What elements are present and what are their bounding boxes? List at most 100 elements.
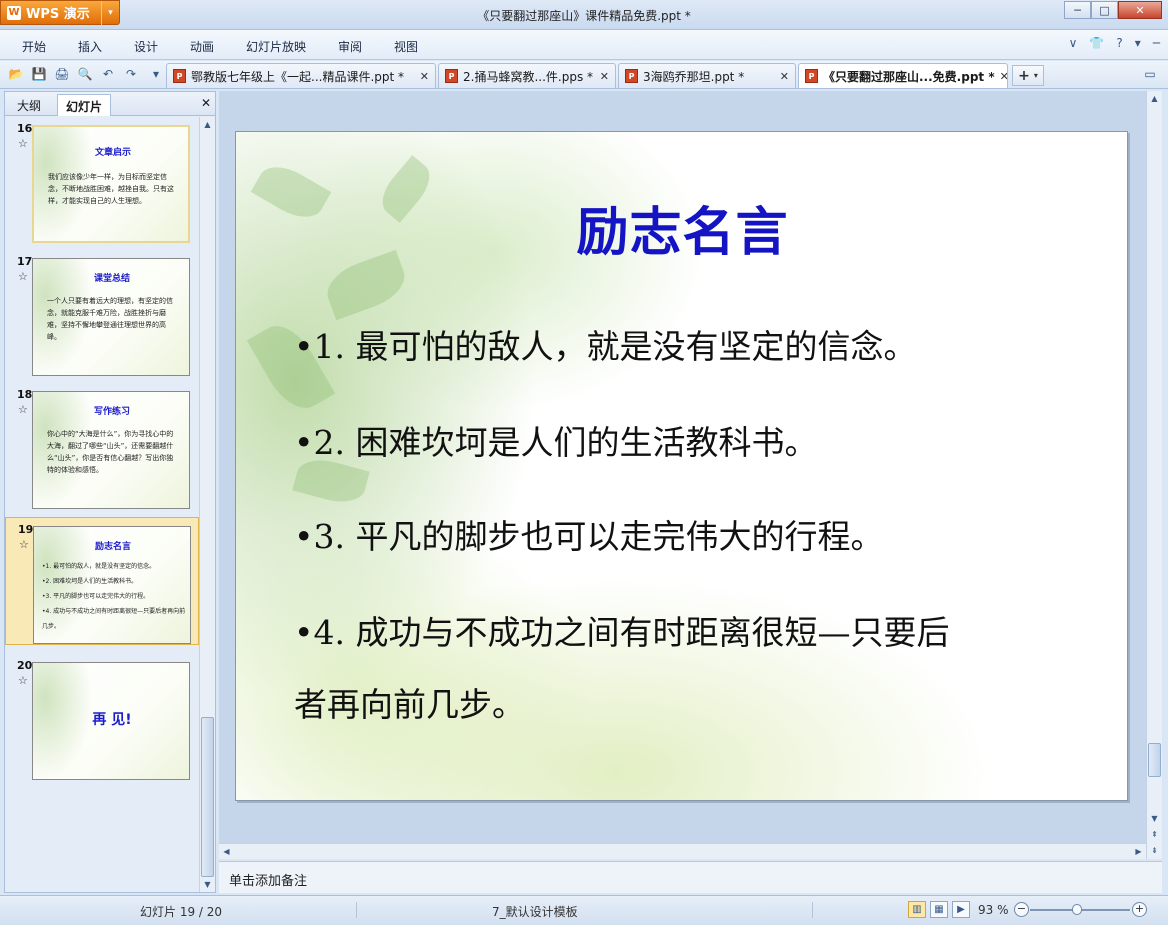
scroll-up-icon[interactable]: ▲: [1147, 91, 1162, 106]
slide-counter: 幻灯片 19 / 20: [140, 905, 223, 919]
design-template-name[interactable]: 7_默认设计模板: [492, 903, 578, 920]
slide-title[interactable]: 励志名言: [236, 190, 1127, 265]
menu-review[interactable]: 审阅: [338, 38, 362, 55]
zoom-percent[interactable]: 93 %: [978, 903, 1009, 917]
print-preview-icon[interactable]: 🔍: [77, 66, 93, 82]
scroll-down-icon[interactable]: ▼: [200, 877, 215, 892]
next-slide-icon[interactable]: ⇟: [1147, 843, 1162, 858]
slides-panel: 大纲 幻灯片 ✕ 16 ☆ 文章启示 我们应该像少年一样，为目标而坚定信念，不断…: [4, 91, 216, 893]
slide-bullet-4-continued[interactable]: 者再向前几步。: [294, 678, 1094, 726]
thumb-title: 课堂总结: [93, 274, 130, 284]
minimize-button[interactable]: ─: [1064, 1, 1091, 19]
chevron-down-icon[interactable]: ∨: [1069, 36, 1078, 50]
animation-star-icon: ☆: [18, 674, 28, 687]
slide-preview: 励志名言 •1. 最可怕的敌人，就是没有坚定的信念。 •2. 困难坎坷是人们的生…: [33, 526, 191, 644]
menu-home[interactable]: 开始: [22, 38, 46, 55]
menu-view[interactable]: 视图: [394, 38, 418, 55]
title-bar: W WPS 演示 ▾ 《只要翻过那座山》课件精品免费.ppt * ─ □ ✕: [0, 0, 1168, 30]
panel-tabs: 大纲 幻灯片 ✕: [5, 92, 215, 116]
current-slide[interactable]: 励志名言 •1. 最可怕的敌人，就是没有坚定的信念。 •2. 困难坎坷是人们的生…: [235, 131, 1128, 801]
slide-bullet-4[interactable]: •4. 成功与不成功之间有时距离很短—只要后: [294, 606, 1094, 654]
normal-view-icon[interactable]: ▥: [908, 901, 926, 918]
scroll-up-icon[interactable]: ▲: [200, 117, 215, 132]
slide-preview: 文章启示 我们应该像少年一样，为目标而坚定信念，不断地战胜困难，越挫自我。只有这…: [32, 125, 190, 243]
doc-tab-2[interactable]: P 2.捅马蜂窝教...件.pps * ✕: [438, 63, 616, 88]
tab-slides[interactable]: 幻灯片: [57, 94, 112, 116]
zoom-in-button[interactable]: +: [1132, 902, 1147, 917]
window-title: 《只要翻过那座山》课件精品免费.ppt *: [477, 9, 691, 23]
slide-number: 18: [17, 388, 33, 401]
slide-bullet-3[interactable]: •3. 平凡的脚步也可以走完伟大的行程。: [294, 510, 1094, 558]
scroll-down-icon[interactable]: ▼: [1147, 811, 1162, 826]
scroll-right-icon[interactable]: ▶: [1131, 844, 1146, 859]
save-icon[interactable]: 💾: [31, 66, 47, 82]
slide-number: 16: [17, 122, 33, 135]
slide-preview: 写作练习 你心中的“大海是什么”，你为寻找心中的大海，翻过了哪些“山头”，还需要…: [32, 391, 190, 509]
slide-number: 19: [18, 523, 34, 536]
animation-star-icon: ☆: [18, 137, 28, 150]
help-icon[interactable]: ?: [1116, 36, 1122, 50]
slide-bullet-2[interactable]: •2. 困难坎坷是人们的生活教科书。: [294, 416, 1094, 464]
thumb-title: 写作练习: [93, 407, 130, 417]
slide-editor: 励志名言 •1. 最可怕的敌人，就是没有坚定的信念。 •2. 困难坎坷是人们的生…: [219, 91, 1146, 859]
close-button[interactable]: ✕: [1118, 1, 1162, 19]
undo-icon[interactable]: ↶: [100, 66, 116, 82]
close-icon[interactable]: ✕: [201, 96, 211, 110]
slide-thumbnail-17[interactable]: 17 ☆ 课堂总结 一个人只要有着远大的理想，有坚定的信念，就能克服千难万险，战…: [5, 250, 199, 376]
ppt-file-icon: P: [625, 69, 638, 83]
slide-thumbnail-16[interactable]: 16 ☆ 文章启示 我们应该像少年一样，为目标而坚定信念，不断地战胜困难，越挫自…: [5, 117, 199, 243]
menu-animation[interactable]: 动画: [190, 38, 214, 55]
slide-preview: 再 见!: [32, 662, 190, 780]
thumbnail-list: 16 ☆ 文章启示 我们应该像少年一样，为目标而坚定信念，不断地战胜困难，越挫自…: [5, 117, 199, 892]
thumb-line: •4. 成功与不成功之间有时距离很短—只要后者再向前几步。: [42, 608, 186, 630]
customize-toolbar-icon[interactable]: ▾: [148, 66, 164, 82]
slide-vertical-scrollbar[interactable]: ▲ ▼ ⇞ ⇟: [1146, 91, 1162, 859]
scrollbar-thumb[interactable]: [1148, 743, 1161, 777]
new-tab-button[interactable]: + ▾: [1012, 65, 1044, 86]
thumb-title: 励志名言: [94, 542, 131, 552]
close-icon[interactable]: ✕: [1000, 70, 1007, 83]
thumb-body: 你心中的“大海是什么”，你为寻找心中的大海，翻过了哪些“山头”，还需要翻越什么“…: [47, 430, 174, 474]
menu-insert[interactable]: 插入: [78, 38, 102, 55]
tab-list-icon[interactable]: ▭: [1142, 66, 1158, 82]
slide-thumbnail-19[interactable]: 19 ☆ 励志名言 •1. 最可怕的敌人，就是没有坚定的信念。 •2. 困难坎坷…: [5, 517, 199, 645]
slide-thumbnail-20[interactable]: 20 ☆ 再 见!: [5, 654, 199, 780]
doc-tab-3[interactable]: P 3海鸥乔那坦.ppt * ✕: [618, 63, 796, 88]
zoom-out-button[interactable]: −: [1014, 902, 1029, 917]
open-folder-icon[interactable]: 📂: [8, 66, 24, 82]
redo-icon[interactable]: ↷: [123, 66, 139, 82]
shirt-icon[interactable]: 👕: [1089, 36, 1104, 50]
animation-star-icon: ☆: [18, 403, 28, 416]
slide-sorter-icon[interactable]: ▦: [930, 901, 948, 918]
previous-slide-icon[interactable]: ⇞: [1147, 827, 1162, 842]
menu-bar: 开始 插入 设计 动画 幻灯片放映 审阅 视图 ∨ 👕 ? ▾ ─: [0, 30, 1168, 60]
thumb-body: •1. 最可怕的敌人，就是没有坚定的信念。 •2. 困难坎坷是人们的生活教科书。…: [42, 559, 188, 634]
doc-tab-4-active[interactable]: P 《只要翻过那座山...免费.ppt * ✕: [798, 63, 1008, 88]
help-dropdown-icon[interactable]: ▾: [1135, 36, 1141, 50]
thumbnail-scrollbar[interactable]: ▲ ▼: [199, 117, 215, 892]
menu-design[interactable]: 设计: [134, 38, 158, 55]
close-icon[interactable]: ✕: [780, 70, 789, 83]
maximize-button[interactable]: □: [1091, 1, 1118, 19]
doc-tab-1[interactable]: P 鄂教版七年级上《一起...精品课件.ppt * ✕: [166, 63, 436, 88]
horizontal-scrollbar[interactable]: ◀ ▶: [219, 843, 1146, 859]
close-icon[interactable]: ✕: [600, 70, 609, 83]
zoom-slider-knob[interactable]: [1072, 904, 1082, 915]
scrollbar-thumb[interactable]: [201, 717, 214, 877]
print-icon[interactable]: 🖨: [54, 66, 70, 82]
minimize-ribbon-icon[interactable]: ─: [1153, 36, 1160, 50]
menu-slideshow[interactable]: 幻灯片放映: [246, 38, 306, 55]
tab-outline[interactable]: 大纲: [9, 94, 49, 116]
slide-number: 17: [17, 255, 33, 268]
notes-pane[interactable]: 单击添加备注: [219, 861, 1162, 893]
scroll-left-icon[interactable]: ◀: [219, 844, 234, 859]
slideshow-icon[interactable]: ▶: [952, 901, 970, 918]
animation-star-icon: ☆: [18, 270, 28, 283]
zoom-slider[interactable]: [1030, 904, 1130, 915]
doc-tab-label: 《只要翻过那座山...免费.ppt *: [823, 69, 995, 84]
slide-bullet-1[interactable]: •1. 最可怕的敌人，就是没有坚定的信念。: [294, 320, 1094, 368]
slide-thumbnail-18[interactable]: 18 ☆ 写作练习 你心中的“大海是什么”，你为寻找心中的大海，翻过了哪些“山头…: [5, 383, 199, 509]
chevron-down-icon[interactable]: ▾: [1034, 71, 1038, 80]
close-icon[interactable]: ✕: [420, 70, 429, 83]
thumb-body: 我们应该像少年一样，为目标而坚定信念，不断地战胜困难，越挫自我。只有这样，才能实…: [48, 173, 174, 205]
